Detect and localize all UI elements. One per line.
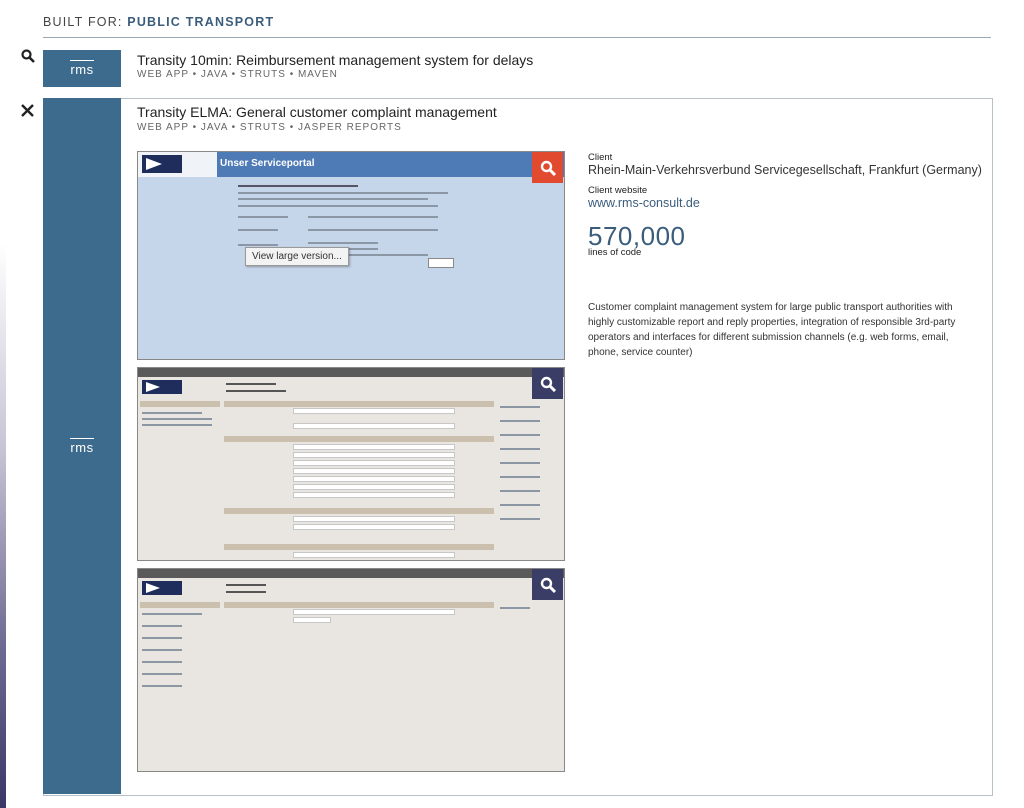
client-logo-tile[interactable]: rms	[43, 50, 121, 87]
portal-logo	[138, 152, 217, 177]
website-label: Client website	[588, 185, 648, 196]
zoom-search-icon[interactable]	[532, 368, 563, 399]
view-large-tooltip[interactable]: View large version...	[245, 247, 349, 266]
mini-tabbar	[138, 569, 564, 578]
project-tags: WEB APP • JAVA • STRUTS • MAVEN	[137, 69, 338, 80]
heading-category: PUBLIC TRANSPORT	[127, 15, 275, 29]
divider	[43, 37, 991, 38]
rms-logo: rms	[70, 437, 94, 455]
client-name: Rhein-Main-Verkehrsverbund Servicegesell…	[588, 163, 982, 177]
screenshot-entry-form[interactable]	[137, 568, 565, 772]
project-tags: WEB APP • JAVA • STRUTS • JASPER REPORTS	[137, 122, 402, 133]
screenshot-service-portal[interactable]: Unser Serviceportal View large version..…	[137, 151, 565, 360]
zoom-search-icon[interactable]	[532, 152, 563, 183]
left-edge-accent	[0, 0, 6, 808]
search-icon[interactable]	[21, 49, 35, 68]
project-title[interactable]: Transity ELMA: General customer complain…	[137, 104, 497, 120]
screenshot-search-form[interactable]	[137, 367, 565, 561]
client-website-link[interactable]: www.rms-consult.de	[588, 196, 700, 210]
mini-tabbar	[138, 368, 564, 377]
heading-prefix: BUILT FOR:	[43, 15, 123, 29]
section-heading: BUILT FOR: PUBLIC TRANSPORT	[43, 15, 274, 29]
client-logo-tile: rms	[43, 98, 121, 794]
close-icon[interactable]	[21, 104, 34, 122]
portal-title: Unser Serviceportal	[220, 158, 315, 169]
zoom-search-icon[interactable]	[532, 569, 563, 600]
project-description: Customer complaint management system for…	[588, 302, 956, 358]
mini-button	[428, 258, 454, 268]
rms-logo: rms	[70, 60, 94, 77]
lines-of-code-label: lines of code	[588, 247, 642, 258]
project-title[interactable]: Transity 10min: Reimbursement management…	[137, 52, 533, 68]
client-label: Client	[588, 152, 613, 163]
